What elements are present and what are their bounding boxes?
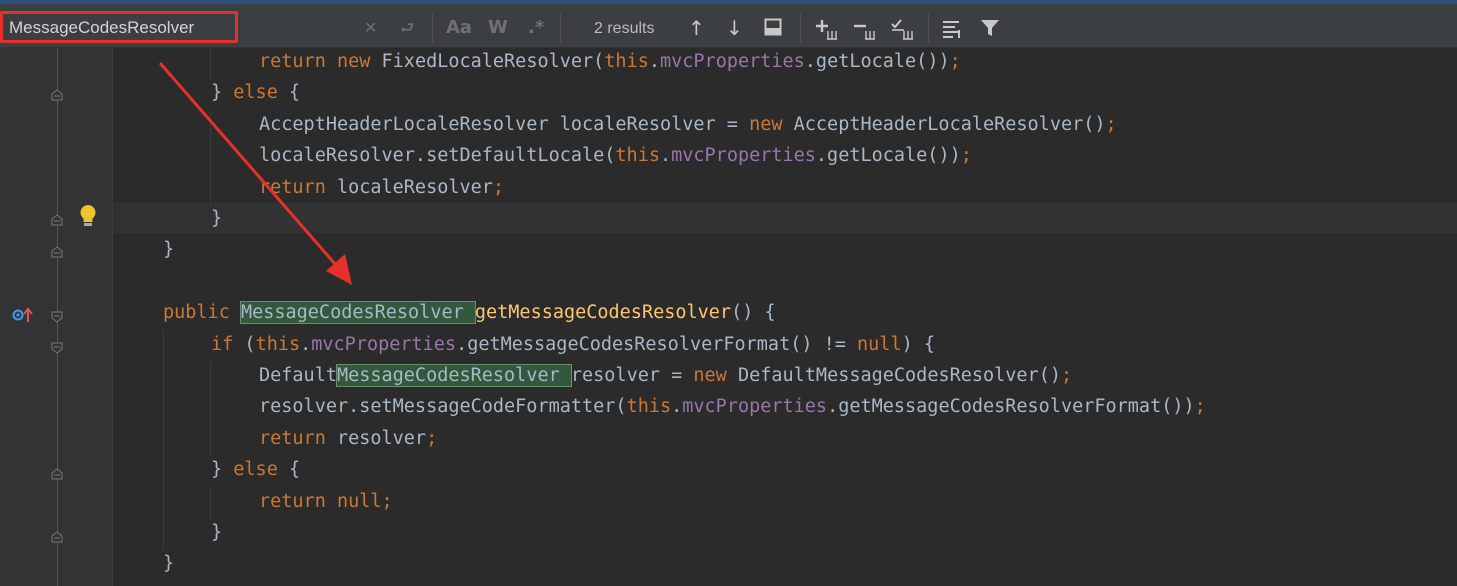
annotation-arrow	[158, 62, 352, 285]
